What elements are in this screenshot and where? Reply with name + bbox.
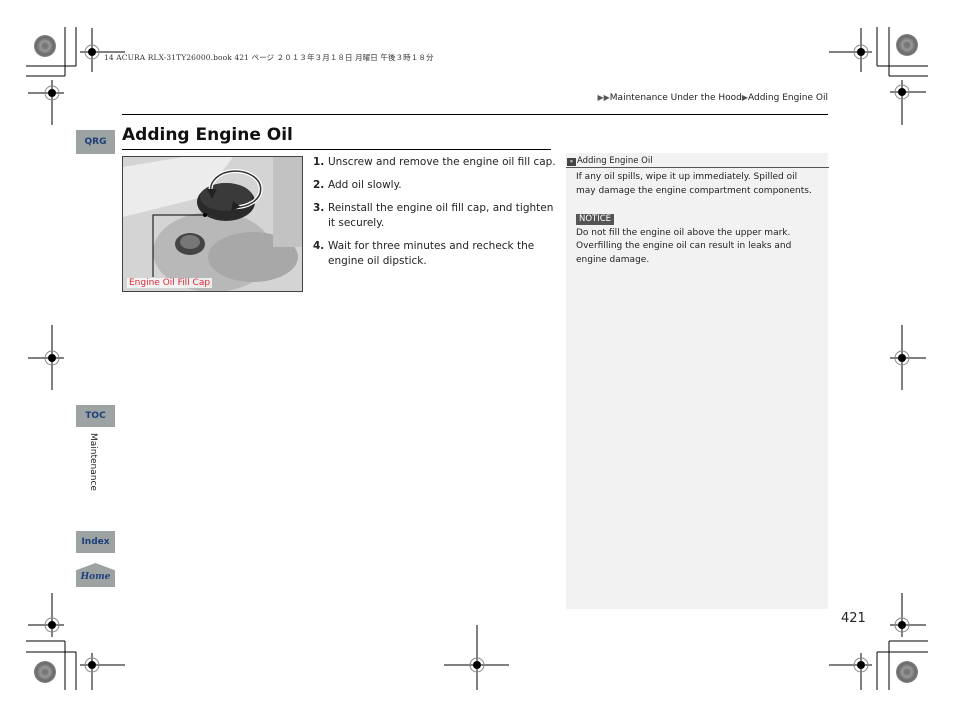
step-item: 2. Add oil slowly. xyxy=(313,178,558,193)
procedure-steps: 1. Unscrew and remove the engine oil fill… xyxy=(313,155,558,277)
step-number: 3. xyxy=(313,202,325,214)
section-side-label: Maintenance xyxy=(88,433,98,491)
breadcrumb-arrows-icon: ▶▶ xyxy=(597,93,610,102)
engine-oil-fill-cap-illustration: Engine Oil Fill Cap xyxy=(122,156,303,292)
step-text: Add oil slowly. xyxy=(328,179,402,191)
breadcrumb-current: Adding Engine Oil xyxy=(748,93,828,103)
page-number: 421 xyxy=(841,611,866,626)
color-target-icon xyxy=(896,34,918,56)
notice-text: Do not fill the engine oil above the upp… xyxy=(576,227,792,265)
engine-illustration xyxy=(123,157,302,291)
note-paragraph: If any oil spills, wipe it up immediatel… xyxy=(576,172,812,196)
index-tab[interactable]: Index xyxy=(76,531,115,553)
cross-reference-icon: » xyxy=(567,158,576,166)
qrg-tab[interactable]: QRG xyxy=(76,130,115,154)
toc-tab[interactable]: TOC xyxy=(76,405,115,427)
note-heading-text: Adding Engine Oil xyxy=(577,156,653,166)
step-text: Unscrew and remove the engine oil fill c… xyxy=(328,156,556,168)
step-number: 4. xyxy=(313,240,325,252)
step-text: Wait for three minutes and recheck the e… xyxy=(328,240,535,267)
notice-badge: NOTICE xyxy=(576,214,615,225)
step-item: 4. Wait for three minutes and recheck the… xyxy=(313,239,558,269)
step-item: 3. Reinstall the engine oil fill cap, and… xyxy=(313,201,558,231)
step-number: 1. xyxy=(313,156,325,168)
color-target-icon xyxy=(34,35,56,57)
print-header: 14 ACURA RLX-31TY26000.book 421 ページ ２０１３… xyxy=(104,53,434,62)
page-title: Adding Engine Oil xyxy=(122,125,293,145)
color-target-icon xyxy=(896,661,918,683)
step-text: Reinstall the engine oil fill cap, and t… xyxy=(328,202,554,229)
figure-callout-label: Engine Oil Fill Cap xyxy=(127,278,213,288)
breadcrumb: ▶▶Maintenance Under the Hood▶Adding Engi… xyxy=(597,93,828,103)
note-panel: » Adding Engine Oil If any oil spills, wi… xyxy=(566,153,829,609)
title-rule xyxy=(122,149,551,150)
color-target-icon xyxy=(34,661,56,683)
step-item: 1. Unscrew and remove the engine oil fill… xyxy=(313,155,558,170)
header-rule xyxy=(122,114,828,115)
step-number: 2. xyxy=(313,179,325,191)
note-heading: » Adding Engine Oil xyxy=(566,153,829,168)
breadcrumb-section-link[interactable]: Maintenance Under the Hood xyxy=(610,93,742,103)
